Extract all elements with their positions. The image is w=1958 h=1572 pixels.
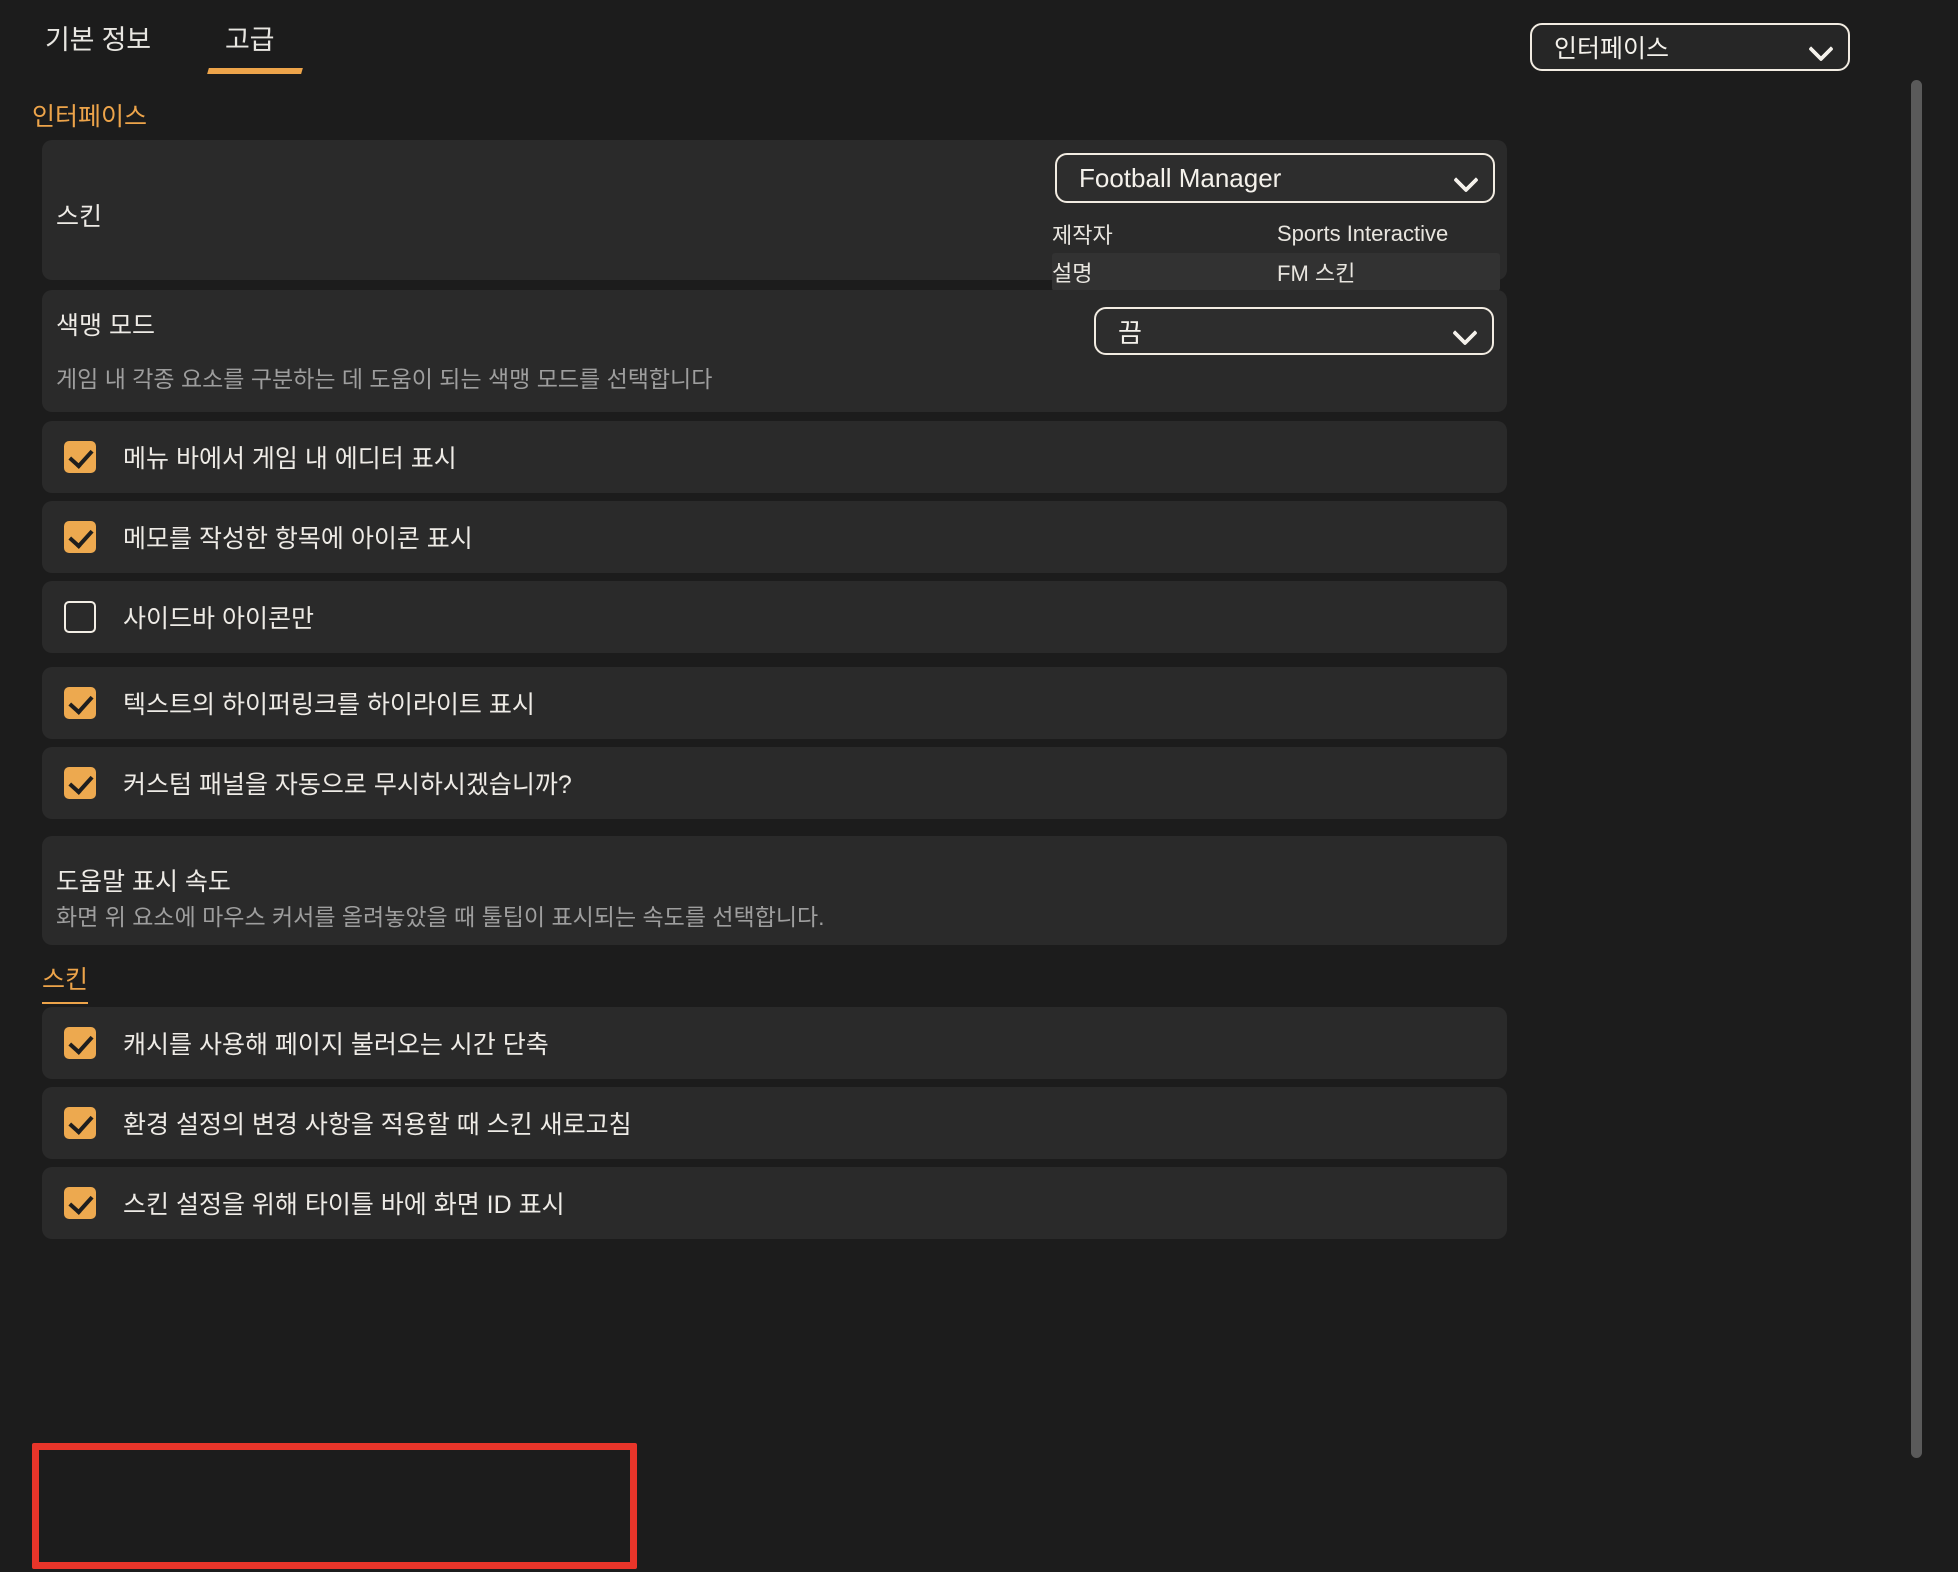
checkbox-row-highlight-hyperlinks[interactable]: 텍스트의 하이퍼링크를 하이라이트 표시	[42, 667, 1507, 739]
checkbox-label-highlight-hyperlinks: 텍스트의 하이퍼링크를 하이라이트 표시	[123, 691, 535, 719]
skin-detail-author: 제작자 Sports Interactive	[1052, 215, 1500, 253]
checkbox-row-sidebar-icons-only[interactable]: 사이드바 아이콘만	[42, 581, 1507, 653]
checkbox-row-ingame-editor[interactable]: 메뉴 바에서 게임 내 에디터 표시	[42, 421, 1507, 493]
checkbox-use-cache[interactable]	[64, 1027, 96, 1059]
checkbox-label-note-icon: 메모를 작성한 항목에 아이콘 표시	[123, 525, 473, 553]
colorblind-dropdown-value: 끔	[1118, 317, 1142, 348]
skin-setting-label: 스킨	[56, 203, 103, 231]
skin-detail-author-key: 제작자	[1052, 223, 1113, 248]
skin-setting-row: 스킨 Football Manager 제작자 Sports Interacti…	[42, 140, 1507, 291]
chevron-down-icon	[1452, 318, 1478, 344]
section-header-skin: 스킨	[42, 960, 89, 1004]
checkbox-label-use-cache: 캐시를 사용해 페이지 불러오는 시간 단축	[123, 1031, 549, 1059]
colorblind-setting-label: 색맹 모드	[56, 312, 155, 340]
colorblind-setting-description: 게임 내 각종 요소를 구분하는 데 도움이 되는 색맹 모드를 선택합니다	[56, 366, 713, 392]
checkbox-label-ingame-editor: 메뉴 바에서 게임 내 에디터 표시	[123, 445, 457, 473]
tooltip-speed-row: 도움말 표시 속도 화면 위 요소에 마우스 커서를 올려놓았을 때 툴팁이 표…	[42, 836, 1507, 945]
checkbox-note-icon[interactable]	[64, 521, 96, 553]
checkbox-reload-skin[interactable]	[64, 1107, 96, 1139]
annotation-highlight-box	[32, 1443, 637, 1569]
active-tab-indicator	[207, 68, 303, 74]
checkbox-row-use-cache[interactable]: 캐시를 사용해 페이지 불러오는 시간 단축	[42, 1007, 1507, 1079]
skin-detail-description: 설명 FM 스킨	[1052, 253, 1500, 291]
category-dropdown[interactable]: 인터페이스	[1530, 23, 1850, 71]
checkbox-row-show-screen-id[interactable]: 스킨 설정을 위해 타이틀 바에 화면 ID 표시	[42, 1167, 1507, 1239]
checkbox-label-show-screen-id: 스킨 설정을 위해 타이틀 바에 화면 ID 표시	[123, 1191, 565, 1219]
skin-detail-author-value: Sports Interactive	[1277, 221, 1449, 246]
checkbox-ignore-custom-panels[interactable]	[64, 767, 96, 799]
skin-detail-description-value: FM 스킨	[1277, 261, 1356, 286]
checkbox-label-reload-skin: 환경 설정의 변경 사항을 적용할 때 스킨 새로고침	[123, 1111, 632, 1139]
tooltip-speed-description: 화면 위 요소에 마우스 커서를 올려놓았을 때 툴팁이 표시되는 속도를 선택…	[56, 904, 825, 930]
checkbox-row-note-icon[interactable]: 메모를 작성한 항목에 아이콘 표시	[42, 501, 1507, 573]
checkbox-row-ignore-custom-panels[interactable]: 커스텀 패널을 자동으로 무시하시겠습니까?	[42, 747, 1507, 819]
colorblind-setting-row: 색맹 모드 게임 내 각종 요소를 구분하는 데 도움이 되는 색맹 모드를 선…	[42, 290, 1507, 412]
tab-basic-info[interactable]: 기본 정보	[45, 18, 151, 57]
skin-dropdown-value: Football Manager	[1079, 162, 1282, 193]
checkbox-label-ignore-custom-panels: 커스텀 패널을 자동으로 무시하시겠습니까?	[123, 771, 572, 799]
vertical-scrollbar[interactable]	[1911, 72, 1922, 1472]
tab-advanced[interactable]: 고급	[225, 18, 274, 57]
scrollbar-thumb[interactable]	[1911, 80, 1922, 1458]
skin-dropdown[interactable]: Football Manager	[1055, 153, 1495, 203]
preferences-screen: 기본 정보 고급 인터페이스 인터페이스 스킨 Football Manager…	[0, 0, 1958, 1572]
section-header-interface: 인터페이스	[32, 103, 148, 131]
checkbox-label-sidebar-icons-only: 사이드바 아이콘만	[123, 605, 314, 633]
chevron-down-icon	[1808, 34, 1834, 60]
checkbox-ingame-editor[interactable]	[64, 441, 96, 473]
checkbox-sidebar-icons-only[interactable]	[64, 601, 96, 633]
checkbox-show-screen-id[interactable]	[64, 1187, 96, 1219]
category-dropdown-value: 인터페이스	[1554, 35, 1670, 63]
tooltip-speed-label: 도움말 표시 속도	[56, 868, 231, 896]
chevron-down-icon	[1453, 165, 1479, 191]
checkbox-highlight-hyperlinks[interactable]	[64, 687, 96, 719]
checkbox-row-reload-skin[interactable]: 환경 설정의 변경 사항을 적용할 때 스킨 새로고침	[42, 1087, 1507, 1159]
skin-detail-description-key: 설명	[1052, 261, 1093, 286]
colorblind-dropdown[interactable]: 끔	[1094, 307, 1494, 355]
